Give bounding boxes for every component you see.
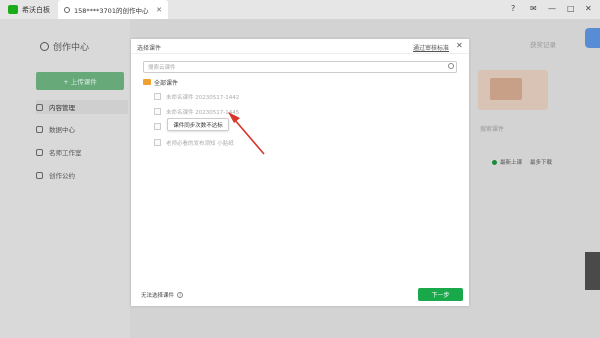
arrow-head (228, 112, 240, 123)
arrow-shaft (233, 118, 265, 155)
annotation-arrow-icon (228, 112, 265, 155)
